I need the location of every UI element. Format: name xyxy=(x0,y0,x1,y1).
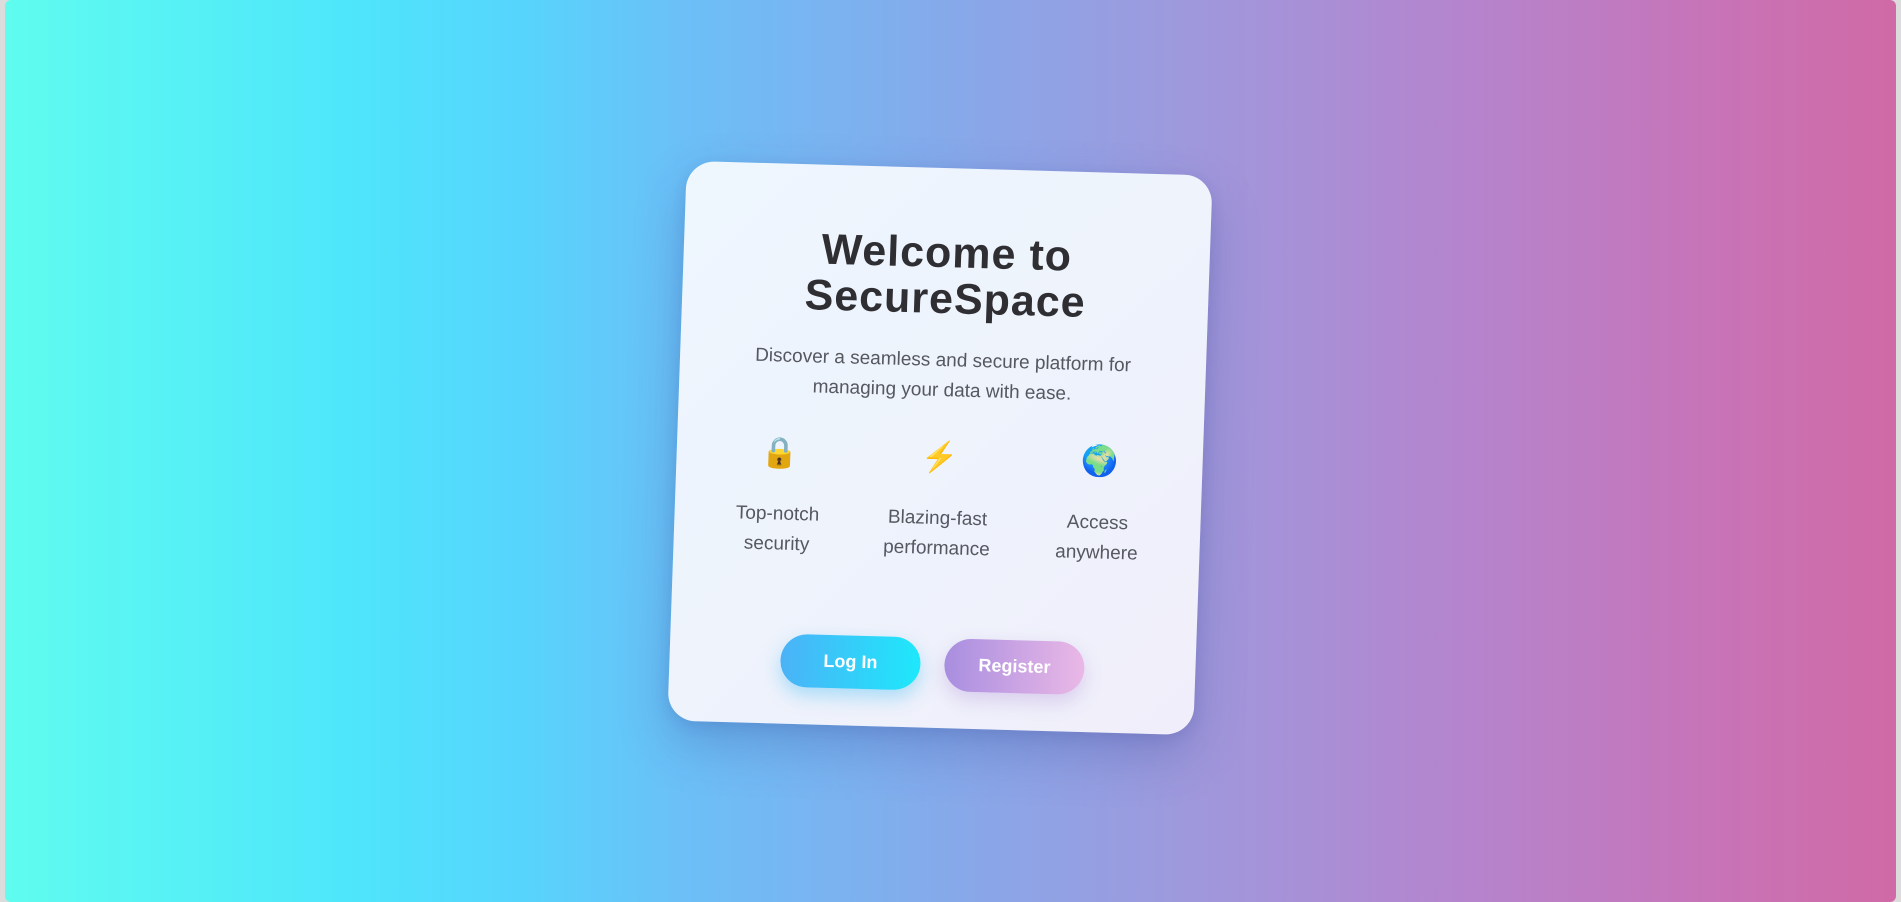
feature-access: 🌍 Access anywhere xyxy=(1021,440,1175,570)
globe-icon: 🌍 xyxy=(1080,444,1119,479)
feature-performance: ⚡ Blazing-fast performance xyxy=(861,436,1015,566)
lightning-icon: ⚡ xyxy=(920,440,959,475)
page-title: Welcome to SecureSpace xyxy=(803,225,1087,328)
register-button[interactable]: Register xyxy=(943,638,1086,696)
feature-list: 🔒 Top-notch security ⚡ Blazing-fast perf… xyxy=(701,431,1175,570)
page-background: Welcome to SecureSpace Discover a seamle… xyxy=(5,0,1896,902)
welcome-description: Discover a seamless and secure platform … xyxy=(754,344,1132,405)
lock-icon: 🔒 xyxy=(760,436,799,471)
welcome-card: Welcome to SecureSpace Discover a seamle… xyxy=(667,160,1213,736)
feature-security: 🔒 Top-notch security xyxy=(701,431,855,561)
action-buttons: Log In Register xyxy=(669,631,1197,699)
feature-label: Blazing-fast performance xyxy=(882,506,991,561)
feature-label: Top-notch security xyxy=(735,502,820,556)
feature-label: Access anywhere xyxy=(1054,511,1138,565)
login-button[interactable]: Log In xyxy=(779,633,922,691)
